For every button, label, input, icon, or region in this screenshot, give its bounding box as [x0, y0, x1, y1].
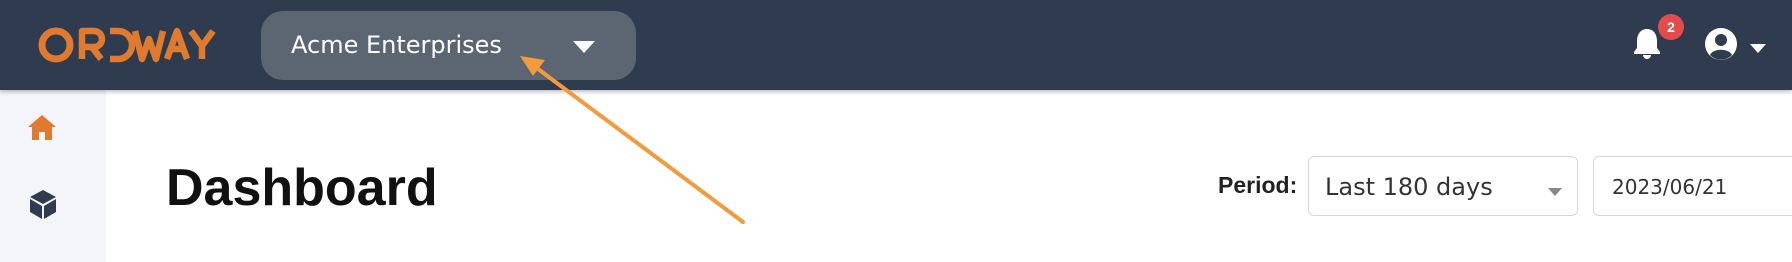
- date-input[interactable]: 2023/06/21: [1593, 156, 1792, 216]
- caret-down-icon: [1548, 183, 1562, 201]
- user-menu[interactable]: [1704, 27, 1770, 63]
- company-selector[interactable]: Acme Enterprises: [261, 11, 636, 80]
- period-select-value: Last 180 days: [1325, 173, 1493, 201]
- notification-count-badge: 2: [1658, 14, 1684, 40]
- period-label: Period:: [1218, 172, 1298, 198]
- cube-icon[interactable]: [28, 188, 58, 225]
- top-navbar: Acme Enterprises 2: [0, 0, 1792, 90]
- caret-down-icon: [1750, 40, 1766, 58]
- period-select[interactable]: Last 180 days: [1308, 156, 1578, 216]
- home-icon[interactable]: [27, 113, 57, 146]
- caret-down-icon: [573, 40, 595, 58]
- user-circle-icon: [1704, 27, 1738, 66]
- date-input-value: 2023/06/21: [1612, 175, 1728, 199]
- company-selector-value: Acme Enterprises: [291, 31, 502, 59]
- page-title: Dashboard: [166, 159, 438, 217]
- ordway-logo[interactable]: [38, 24, 220, 66]
